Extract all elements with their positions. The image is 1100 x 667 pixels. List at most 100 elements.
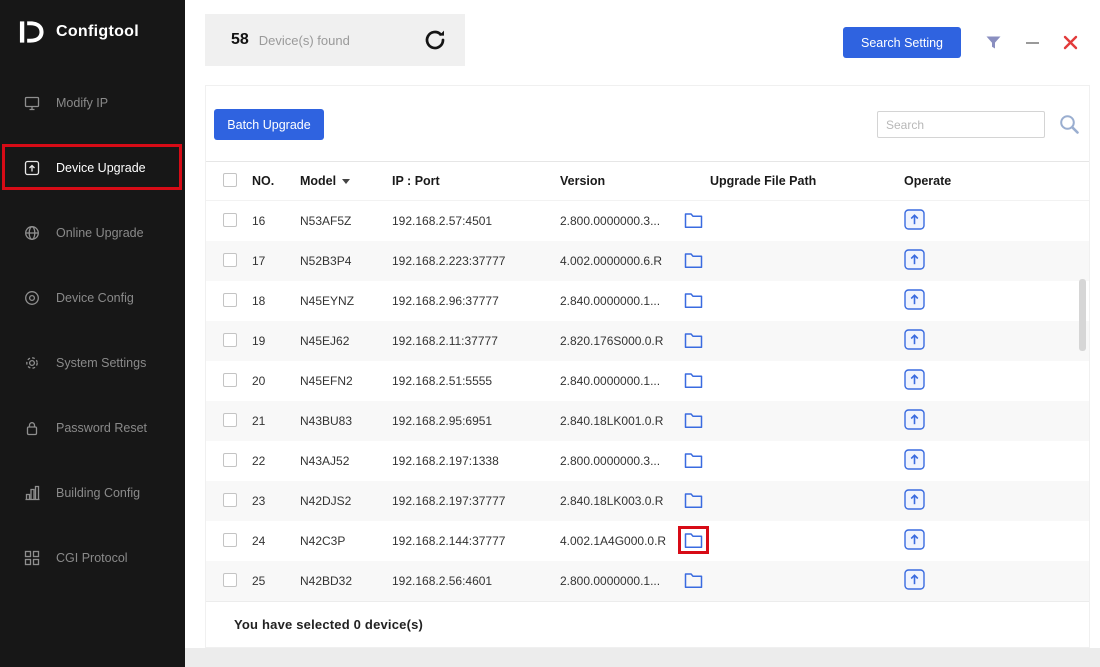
row-no: 24 bbox=[252, 534, 300, 548]
column-header-version: Version bbox=[560, 174, 678, 188]
sidebar-item-modify-ip[interactable]: Modify IP bbox=[0, 70, 185, 135]
row-checkbox[interactable] bbox=[223, 453, 237, 467]
upgrade-button[interactable] bbox=[904, 449, 925, 470]
select-all-checkbox[interactable] bbox=[223, 173, 237, 187]
batch-upgrade-button[interactable]: Batch Upgrade bbox=[214, 109, 324, 140]
row-model: N42BD32 bbox=[300, 574, 392, 588]
row-checkbox[interactable] bbox=[223, 373, 237, 387]
browse-file-button[interactable] bbox=[684, 572, 703, 588]
sidebar-item-system-settings[interactable]: System Settings bbox=[0, 330, 185, 395]
row-checkbox[interactable] bbox=[223, 493, 237, 507]
sidebar-item-building-config[interactable]: Building Config bbox=[0, 460, 185, 525]
upload-icon bbox=[904, 289, 925, 310]
upgrade-button[interactable] bbox=[904, 209, 925, 230]
table-row: 16 N53AF5Z 192.168.2.57:4501 2.800.00000… bbox=[206, 201, 1089, 241]
vertical-scrollbar[interactable] bbox=[1079, 279, 1086, 351]
app-title: Configtool bbox=[56, 23, 139, 41]
minimize-button[interactable] bbox=[1026, 42, 1039, 44]
browse-file-button[interactable] bbox=[684, 212, 703, 228]
device-table: NO. Model IP : Port Version Upgrade File… bbox=[206, 161, 1089, 601]
row-no: 16 bbox=[252, 214, 300, 228]
table-body: 16 N53AF5Z 192.168.2.57:4501 2.800.00000… bbox=[206, 201, 1089, 601]
table-row: 18 N45EYNZ 192.168.2.96:37777 2.840.0000… bbox=[206, 281, 1089, 321]
row-ip-port: 192.168.2.144:37777 bbox=[392, 534, 560, 548]
sidebar-item-cgi-protocol[interactable]: CGI Protocol bbox=[0, 525, 185, 590]
row-version: 4.002.1A4G000.0.R bbox=[560, 534, 678, 548]
browse-file-button[interactable] bbox=[684, 332, 703, 348]
upload-icon bbox=[904, 209, 925, 230]
folder-icon bbox=[684, 572, 703, 588]
row-no: 23 bbox=[252, 494, 300, 508]
browse-file-button[interactable] bbox=[684, 372, 703, 388]
upload-icon bbox=[904, 329, 925, 350]
row-ip-port: 192.168.2.95:6951 bbox=[392, 414, 560, 428]
row-checkbox[interactable] bbox=[223, 333, 237, 347]
upgrade-button[interactable] bbox=[904, 329, 925, 350]
search-setting-button[interactable]: Search Setting bbox=[843, 27, 961, 58]
row-checkbox[interactable] bbox=[223, 253, 237, 267]
row-model: N43BU83 bbox=[300, 414, 392, 428]
upgrade-button[interactable] bbox=[904, 529, 925, 550]
table-header-row: NO. Model IP : Port Version Upgrade File… bbox=[206, 161, 1089, 201]
table-row: 22 N43AJ52 192.168.2.197:1338 2.800.0000… bbox=[206, 441, 1089, 481]
row-checkbox[interactable] bbox=[223, 413, 237, 427]
bar-chart-icon bbox=[24, 485, 40, 501]
sidebar-item-password-reset[interactable]: Password Reset bbox=[0, 395, 185, 460]
upgrade-button[interactable] bbox=[904, 569, 925, 590]
upgrade-button[interactable] bbox=[904, 369, 925, 390]
sidebar-item-label: Device Config bbox=[56, 291, 134, 305]
table-row: 17 N52B3P4 192.168.2.223:37777 4.002.000… bbox=[206, 241, 1089, 281]
monitor-icon bbox=[24, 95, 40, 111]
row-model: N52B3P4 bbox=[300, 254, 392, 268]
browse-file-button[interactable] bbox=[684, 532, 703, 548]
sidebar-nav: Modify IP Device Upgrade Online Upgrade … bbox=[0, 70, 185, 590]
row-ip-port: 192.168.2.56:4601 bbox=[392, 574, 560, 588]
row-model: N45EYNZ bbox=[300, 294, 392, 308]
bottom-strip bbox=[185, 648, 1100, 667]
grid-icon bbox=[24, 550, 40, 566]
search-input[interactable] bbox=[877, 111, 1045, 138]
sidebar-item-device-config[interactable]: Device Config bbox=[0, 265, 185, 330]
device-count-box: 58 Device(s) found bbox=[205, 14, 465, 66]
folder-icon bbox=[684, 252, 703, 268]
table-row: 23 N42DJS2 192.168.2.197:37777 2.840.18L… bbox=[206, 481, 1089, 521]
row-model: N45EJ62 bbox=[300, 334, 392, 348]
close-button[interactable] bbox=[1063, 35, 1078, 50]
browse-file-button[interactable] bbox=[684, 292, 703, 308]
target-icon bbox=[24, 290, 40, 306]
folder-icon bbox=[684, 412, 703, 428]
sidebar-item-device-upgrade[interactable]: Device Upgrade bbox=[0, 135, 185, 200]
row-version: 2.840.18LK003.0.R bbox=[560, 494, 678, 508]
sidebar-item-label: Password Reset bbox=[56, 421, 147, 435]
selection-summary: You have selected 0 device(s) bbox=[206, 601, 1089, 647]
sidebar-item-online-upgrade[interactable]: Online Upgrade bbox=[0, 200, 185, 265]
upgrade-button[interactable] bbox=[904, 409, 925, 430]
column-header-no: NO. bbox=[252, 174, 300, 188]
refresh-button[interactable] bbox=[423, 28, 447, 52]
table-row: 24 N42C3P 192.168.2.144:37777 4.002.1A4G… bbox=[206, 521, 1089, 561]
search-submit-button[interactable] bbox=[1058, 113, 1080, 135]
row-version: 2.840.18LK001.0.R bbox=[560, 414, 678, 428]
row-checkbox[interactable] bbox=[223, 213, 237, 227]
close-icon bbox=[1063, 35, 1078, 50]
browse-file-button[interactable] bbox=[684, 252, 703, 268]
filter-button[interactable] bbox=[985, 35, 1002, 50]
browse-file-button[interactable] bbox=[684, 492, 703, 508]
model-sort-dropdown-icon[interactable] bbox=[342, 179, 350, 184]
browse-file-button[interactable] bbox=[684, 412, 703, 428]
row-ip-port: 192.168.2.96:37777 bbox=[392, 294, 560, 308]
main-area: 58 Device(s) found Search Setting Batch … bbox=[185, 0, 1100, 667]
search-box bbox=[877, 111, 1045, 138]
sidebar-item-label: Modify IP bbox=[56, 96, 108, 110]
row-version: 2.800.0000000.3... bbox=[560, 454, 678, 468]
browse-file-button[interactable] bbox=[684, 452, 703, 468]
row-no: 17 bbox=[252, 254, 300, 268]
upgrade-button[interactable] bbox=[904, 289, 925, 310]
row-checkbox[interactable] bbox=[223, 573, 237, 587]
upgrade-button[interactable] bbox=[904, 249, 925, 270]
row-checkbox[interactable] bbox=[223, 293, 237, 307]
row-model: N42C3P bbox=[300, 534, 392, 548]
row-model: N45EFN2 bbox=[300, 374, 392, 388]
upgrade-button[interactable] bbox=[904, 489, 925, 510]
row-checkbox[interactable] bbox=[223, 533, 237, 547]
